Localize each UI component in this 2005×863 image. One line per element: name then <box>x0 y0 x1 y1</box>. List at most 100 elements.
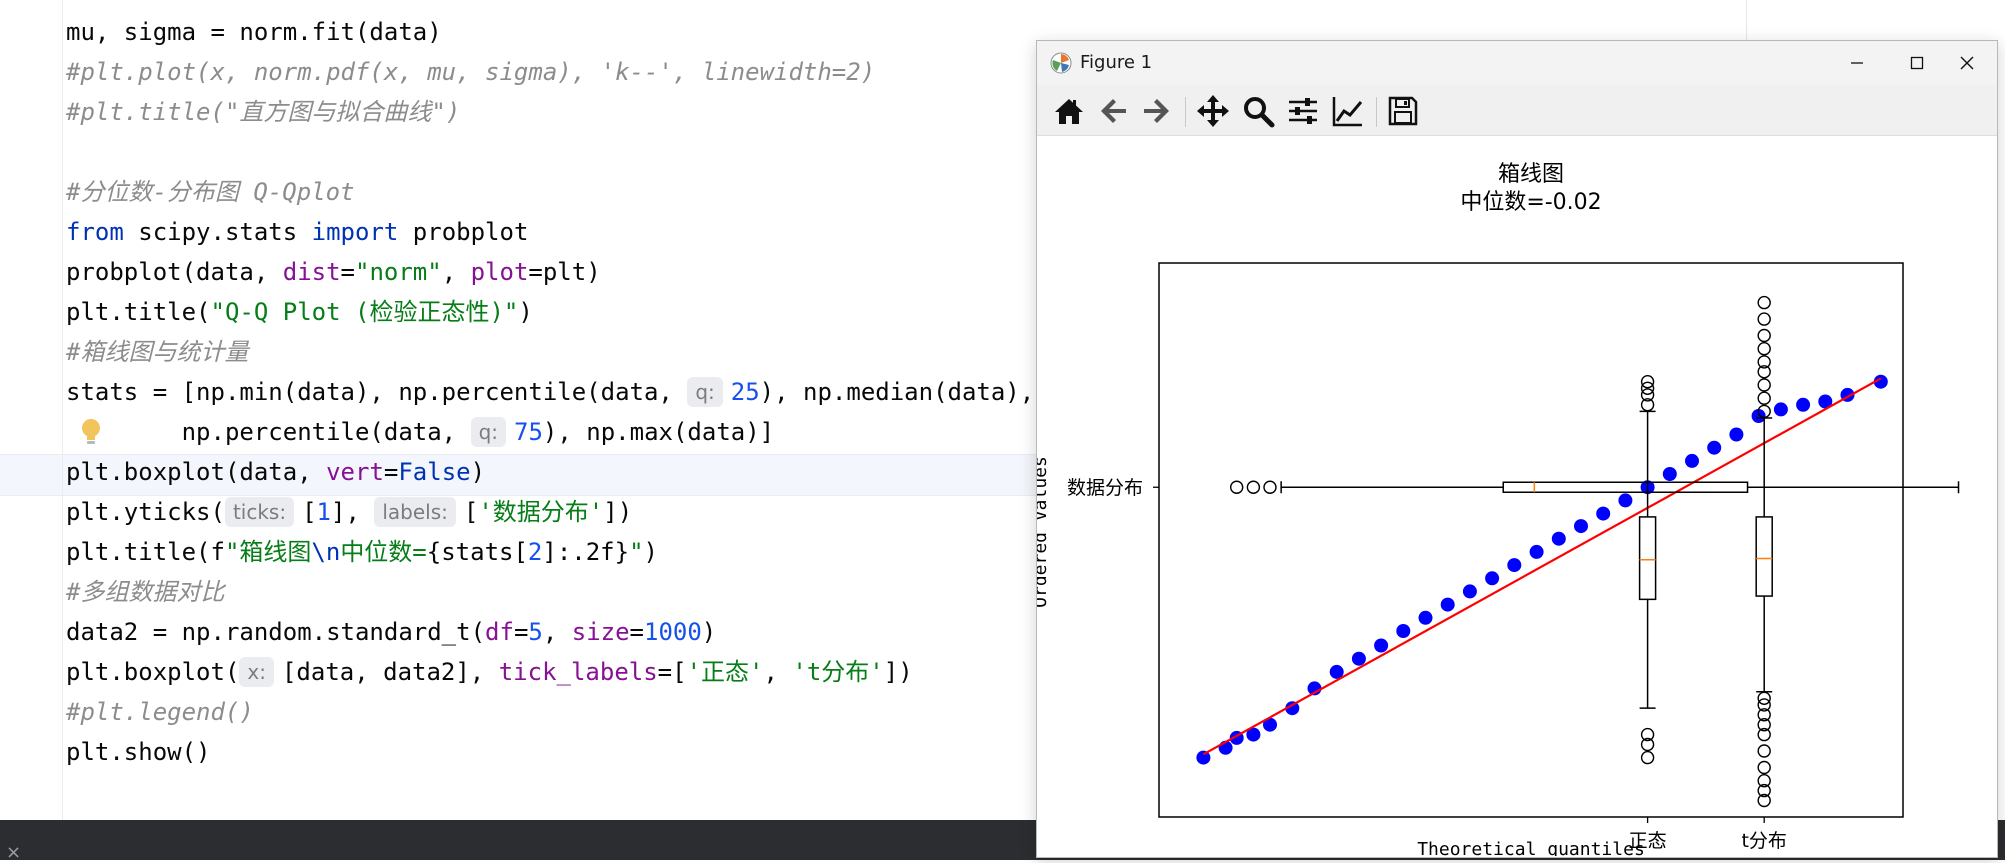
code-token: #多组数据对比 <box>66 578 225 606</box>
figure-window[interactable]: Figure 1 箱线图 中位数=-0.02 数据分布 正态 t分布 Theor… <box>1030 40 1998 860</box>
code-token: , <box>763 658 793 686</box>
minimize-button[interactable] <box>1827 41 1887 85</box>
qq-point <box>1396 624 1411 638</box>
figure-canvas[interactable]: 箱线图 中位数=-0.02 数据分布 正态 t分布 Theoretical quantil… <box>1030 136 1997 860</box>
code-line[interactable]: plt.title(f"箱线图\n中位数={stats[2]:.2f}") <box>66 532 658 572</box>
code-token: [ <box>302 498 317 526</box>
code-token: [ <box>463 498 479 526</box>
save-icon <box>1388 96 1418 126</box>
code-line[interactable]: plt.title("Q-Q Plot (检验正态性)") <box>66 292 533 332</box>
code-token: \n <box>311 538 341 566</box>
pan-button[interactable] <box>1193 91 1233 131</box>
minimize-icon <box>1851 62 1863 64</box>
code-token: plt.boxplot(data, <box>66 458 327 486</box>
code-line[interactable]: #plt.plot(x, norm.pdf(x, mu, sigma), 'k-… <box>66 52 875 92</box>
code-token: } <box>614 538 630 566</box>
code-line[interactable]: plt.boxplot(data, vert=False) <box>66 452 485 492</box>
code-token: plt.title( <box>66 298 211 326</box>
close-button[interactable] <box>1937 41 1997 85</box>
code-line[interactable]: #多组数据对比 <box>66 572 224 612</box>
qq-point <box>1418 610 1433 625</box>
code-token: '数据分布' <box>478 498 604 526</box>
code-line[interactable]: np.percentile(data, q: 75), np.max(data)] <box>66 412 774 452</box>
qq-point <box>1707 440 1722 455</box>
code-token: stats = [np.min(data), np.percentile(dat… <box>66 378 688 406</box>
code-line[interactable]: #plt.title("直方图与拟合曲线") <box>66 92 460 132</box>
qq-point <box>1440 597 1455 612</box>
code-token: "norm" <box>355 258 442 286</box>
figure-title: Figure 1 <box>1080 52 1153 73</box>
lightbulb-icon[interactable] <box>80 418 102 446</box>
code-line[interactable]: mu, sigma = norm.fit(data) <box>66 12 442 52</box>
code-line[interactable]: from scipy.stats import probplot <box>66 212 528 252</box>
code-token: ]) <box>883 658 913 686</box>
code-line[interactable]: #箱线图与统计量 <box>66 332 248 372</box>
vbox-flier <box>1757 312 1771 326</box>
configure-subplots-button[interactable] <box>1283 91 1323 131</box>
code-token: np.percentile(data, <box>66 418 471 446</box>
code-token: ) <box>701 618 717 646</box>
code-token: mu, sigma = norm.fit(data) <box>66 18 442 46</box>
code-token: plt.title(f <box>66 538 225 566</box>
code-line[interactable]: plt.show() <box>66 732 211 772</box>
code-line[interactable]: probplot(data, dist="norm", plot=plt) <box>66 252 601 292</box>
figure-titlebar[interactable]: Figure 1 <box>1037 41 1997 85</box>
code-line[interactable]: stats = [np.min(data), np.percentile(dat… <box>66 372 1034 412</box>
code-token: ) <box>470 458 486 486</box>
edit-axes-button[interactable] <box>1328 91 1368 131</box>
code-line[interactable]: data2 = np.random.standard_t(df=5, size=… <box>66 612 716 652</box>
code-token: plt.boxplot( <box>66 658 240 686</box>
code-token: False <box>398 458 471 486</box>
code-token: plot <box>470 258 529 286</box>
vbox-flier <box>1757 391 1771 405</box>
home-icon <box>1055 99 1083 124</box>
code-token: 75 <box>514 418 543 446</box>
code-token: dist <box>282 258 341 286</box>
code-token: =plt) <box>528 258 601 286</box>
code-line[interactable]: #plt.legend() <box>66 692 254 732</box>
code-token: '正态' <box>686 658 764 686</box>
qq-boxplot-chart[interactable]: 箱线图中位数=-0.02数据分布正态 t分布Theoretical quantil… <box>1030 136 1997 860</box>
code-token: scipy.stats <box>123 218 312 246</box>
code-token: plt.show() <box>66 738 211 766</box>
gutter-separator <box>62 0 63 820</box>
code-token: ), np.max(data)] <box>542 418 775 446</box>
y-tick-label: 数据分布 <box>1067 477 1143 499</box>
vbox-box <box>1638 516 1657 601</box>
axes-frame <box>1158 262 1904 818</box>
code-line[interactable]: #分位数-分布图 Q-Qplot <box>66 172 355 212</box>
forward-button[interactable] <box>1137 91 1177 131</box>
vbox-flier <box>1757 328 1771 343</box>
qq-point <box>1662 467 1677 481</box>
back-button[interactable] <box>1093 91 1133 131</box>
qq-point <box>1462 584 1477 599</box>
code-token: ) <box>518 298 533 326</box>
qq-point <box>1485 571 1500 586</box>
maximize-icon <box>1910 56 1924 70</box>
qq-point <box>1729 427 1744 442</box>
code-token: tick_labels <box>498 658 658 686</box>
code-token: data2 = np.random.standard_t( <box>66 618 486 646</box>
zoom-button[interactable] <box>1238 91 1278 131</box>
save-button[interactable] <box>1383 91 1423 131</box>
code-token: , <box>441 258 471 286</box>
code-line[interactable]: plt.boxplot(x: [data, data2], tick_labels… <box>66 652 913 692</box>
vbox-flier <box>1757 744 1771 758</box>
parameter-hint: x: <box>239 657 274 687</box>
code-token: [data, data2], <box>281 658 499 686</box>
code-token: vert <box>326 458 384 486</box>
home-button[interactable] <box>1049 91 1089 131</box>
code-token: #箱线图与统计量 <box>66 338 249 366</box>
code-token: #plt.title("直方图与拟合曲线") <box>66 98 461 126</box>
code-token: 25 <box>730 378 760 406</box>
code-token: "Q-Q Plot (检验正态性)" <box>210 298 519 326</box>
vbox-flier <box>1757 341 1771 356</box>
parameter-hint: q: <box>687 377 723 407</box>
code-token: #plt.legend() <box>66 698 254 726</box>
code-token: from <box>66 218 124 246</box>
code-token: #plt.plot(x, norm.pdf(x, mu, sigma), 'k-… <box>66 58 876 86</box>
toolbar-separator <box>1376 97 1377 127</box>
vbox-flier <box>1757 378 1771 392</box>
zoom-icon <box>1244 97 1275 128</box>
code-line[interactable]: plt.yticks(ticks: [1], labels: ['数据分布']) <box>66 492 632 532</box>
